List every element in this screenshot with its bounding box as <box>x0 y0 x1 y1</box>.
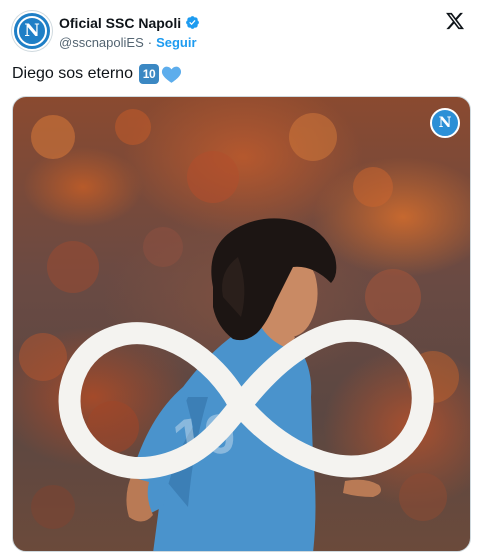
display-name[interactable]: Oficial SSC Napoli <box>59 15 181 31</box>
x-logo-icon[interactable] <box>445 11 465 31</box>
blue-heart-icon <box>161 66 182 83</box>
media-badge-letter: N <box>438 115 452 131</box>
tweet-image[interactable]: 10 N <box>12 96 471 552</box>
avatar[interactable]: N <box>12 11 52 51</box>
display-name-row: Oficial SSC Napoli <box>59 13 200 32</box>
tweet-text: Diego sos eterno 10 <box>12 62 182 86</box>
tweet-text-content: Diego sos eterno <box>12 65 133 82</box>
follow-button[interactable]: Seguir <box>156 35 196 50</box>
tweet-header: N Oficial SSC Napoli @sscnapoliES · Segu… <box>12 9 465 55</box>
keycap-ten-emoji: 10 <box>138 64 159 84</box>
handle-row: @sscnapoliES · Seguir <box>59 35 200 50</box>
napoli-logo-icon: N <box>17 16 47 46</box>
verified-badge-icon <box>186 16 200 29</box>
napoli-badge-icon: N <box>430 108 460 138</box>
account-names: Oficial SSC Napoli @sscnapoliES · Seguir <box>59 13 200 50</box>
avatar-letter: N <box>24 21 40 41</box>
maradona-illustration: 10 <box>19 109 459 551</box>
handle[interactable]: @sscnapoliES <box>59 35 144 50</box>
separator-dot: · <box>147 35 153 50</box>
